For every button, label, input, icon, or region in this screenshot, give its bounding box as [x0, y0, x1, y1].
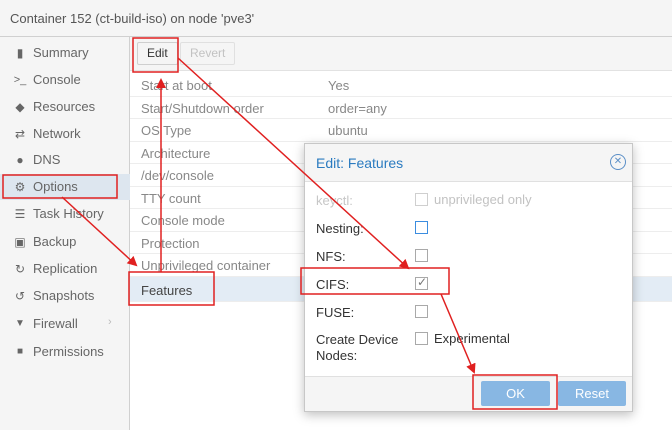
sidebar-item-summary[interactable]: ▮ Summary — [0, 40, 130, 66]
keyctl-field: keyctl: unprivileged only — [305, 189, 632, 213]
option-key: Protection — [141, 235, 200, 251]
sidebar-item-console[interactable]: >_ Console — [0, 67, 130, 93]
nfs-checkbox[interactable] — [415, 249, 428, 262]
sidebar-item-label: Task History — [33, 206, 104, 221]
toolbar: Edit Revert — [130, 37, 672, 71]
option-key: Start at boot — [141, 78, 212, 93]
option-value: ubuntu — [328, 123, 368, 138]
fuse-label: FUSE: — [316, 305, 355, 320]
reset-button[interactable]: Reset — [558, 381, 626, 406]
keyctl-checkbox[interactable] — [415, 193, 428, 206]
list-icon: ☰ — [14, 207, 26, 221]
window-title: Container 152 (ct-build-iso) on node 'pv… — [10, 11, 255, 26]
option-key: TTY count — [141, 190, 201, 206]
mknod-checkbox[interactable] — [415, 332, 428, 345]
history-icon: ↺ — [14, 289, 26, 303]
sidebar-item-label: Console — [33, 72, 81, 87]
option-value: order=any — [328, 100, 387, 116]
nesting-label: Nesting: — [316, 221, 364, 236]
sidebar-item-label: Resources — [33, 99, 96, 114]
option-row-start-shutdown-order[interactable]: Start/Shutdown order order=any — [130, 97, 672, 119]
sidebar-item-snapshots[interactable]: ↺ Snapshots — [0, 283, 130, 309]
ok-button[interactable]: OK — [481, 381, 550, 406]
exchange-icon: ⇄ — [14, 127, 26, 141]
sidebar-item-label: Network — [33, 126, 81, 141]
globe-icon: ● — [16, 153, 24, 167]
terminal-icon: >_ — [13, 74, 27, 86]
keyctl-checkbox-label: unprivileged only — [434, 192, 532, 207]
sidebar-item-label: Backup — [33, 234, 77, 249]
retweet-icon: ↻ — [14, 262, 26, 276]
nesting-checkbox[interactable] — [415, 221, 428, 234]
shield-icon: ▼ — [15, 318, 25, 329]
mknod-checkbox-label: Experimental — [434, 331, 510, 346]
sidebar-item-dns[interactable]: ● DNS — [0, 147, 130, 173]
sidebar-item-options[interactable]: ⚙ Options — [0, 174, 130, 200]
sidebar: ▮ Summary >_ Console ◆ Resources ⇄ Netwo… — [0, 37, 130, 430]
sidebar-item-permissions[interactable]: ■ Permissions — [0, 339, 130, 365]
nesting-field: Nesting: — [305, 217, 632, 241]
cube-icon: ◆ — [15, 100, 25, 114]
cifs-field: CIFS: — [305, 273, 632, 297]
sidebar-item-label: Snapshots — [33, 288, 95, 303]
cifs-label: CIFS: — [316, 277, 350, 292]
mknod-label-line1: Create Device — [316, 332, 399, 347]
close-icon[interactable]: ✕ — [610, 154, 626, 170]
option-key: Console mode — [141, 213, 225, 228]
gear-icon: ⚙ — [14, 180, 26, 194]
fuse-checkbox[interactable] — [415, 305, 428, 318]
sidebar-item-label: Replication — [33, 261, 98, 276]
mknod-field: Create Device Nodes: Experimental — [305, 328, 632, 368]
book-icon: ▮ — [16, 46, 24, 60]
option-value: Yes — [328, 78, 350, 93]
sidebar-item-backup[interactable]: ▣ Backup — [0, 229, 130, 255]
sidebar-item-replication[interactable]: ↻ Replication — [0, 256, 130, 282]
option-key: Unprivileged container — [141, 258, 271, 273]
sidebar-item-network[interactable]: ⇄ Network — [0, 121, 130, 147]
option-key: /dev/console — [141, 168, 214, 183]
chevron-right-icon[interactable]: › — [108, 316, 112, 328]
floppy-icon: ▣ — [14, 235, 26, 249]
sidebar-item-label: Options — [33, 179, 78, 194]
keyctl-label: keyctl: — [316, 193, 353, 208]
sidebar-item-firewall[interactable]: ▼ Firewall › — [0, 311, 130, 337]
option-key: Start/Shutdown order — [141, 100, 264, 116]
sidebar-item-resources[interactable]: ◆ Resources — [0, 94, 130, 120]
option-key: OS Type — [141, 123, 192, 138]
sidebar-item-label: Summary — [33, 45, 89, 60]
edit-button[interactable]: Edit — [137, 42, 178, 65]
dialog-footer: OK Reset — [305, 376, 632, 411]
cifs-checkbox[interactable] — [415, 275, 428, 290]
nfs-label: NFS: — [316, 249, 346, 264]
option-key: Architecture — [141, 145, 211, 161]
option-row-os-type[interactable]: OS Type ubuntu — [130, 119, 672, 142]
sidebar-item-label: Permissions — [33, 344, 104, 359]
edit-features-dialog: Edit: Features ✕ keyctl: unprivileged on… — [304, 143, 633, 412]
dialog-header: Edit: Features ✕ — [305, 144, 632, 182]
sidebar-item-label: Firewall — [33, 316, 78, 331]
mknod-label-line2: Nodes: — [316, 348, 358, 363]
option-row-start-at-boot[interactable]: Start at boot Yes — [130, 74, 672, 97]
option-key: Features — [141, 282, 193, 298]
sidebar-item-task-history[interactable]: ☰ Task History — [0, 201, 130, 227]
sidebar-item-label: DNS — [33, 152, 61, 167]
revert-button[interactable]: Revert — [180, 42, 236, 65]
title-bar: Container 152 (ct-build-iso) on node 'pv… — [0, 0, 672, 37]
dialog-title: Edit: Features — [316, 155, 404, 171]
nfs-field: NFS: — [305, 245, 632, 269]
fuse-field: FUSE: — [305, 301, 632, 325]
unlock-icon: ■ — [16, 346, 24, 357]
